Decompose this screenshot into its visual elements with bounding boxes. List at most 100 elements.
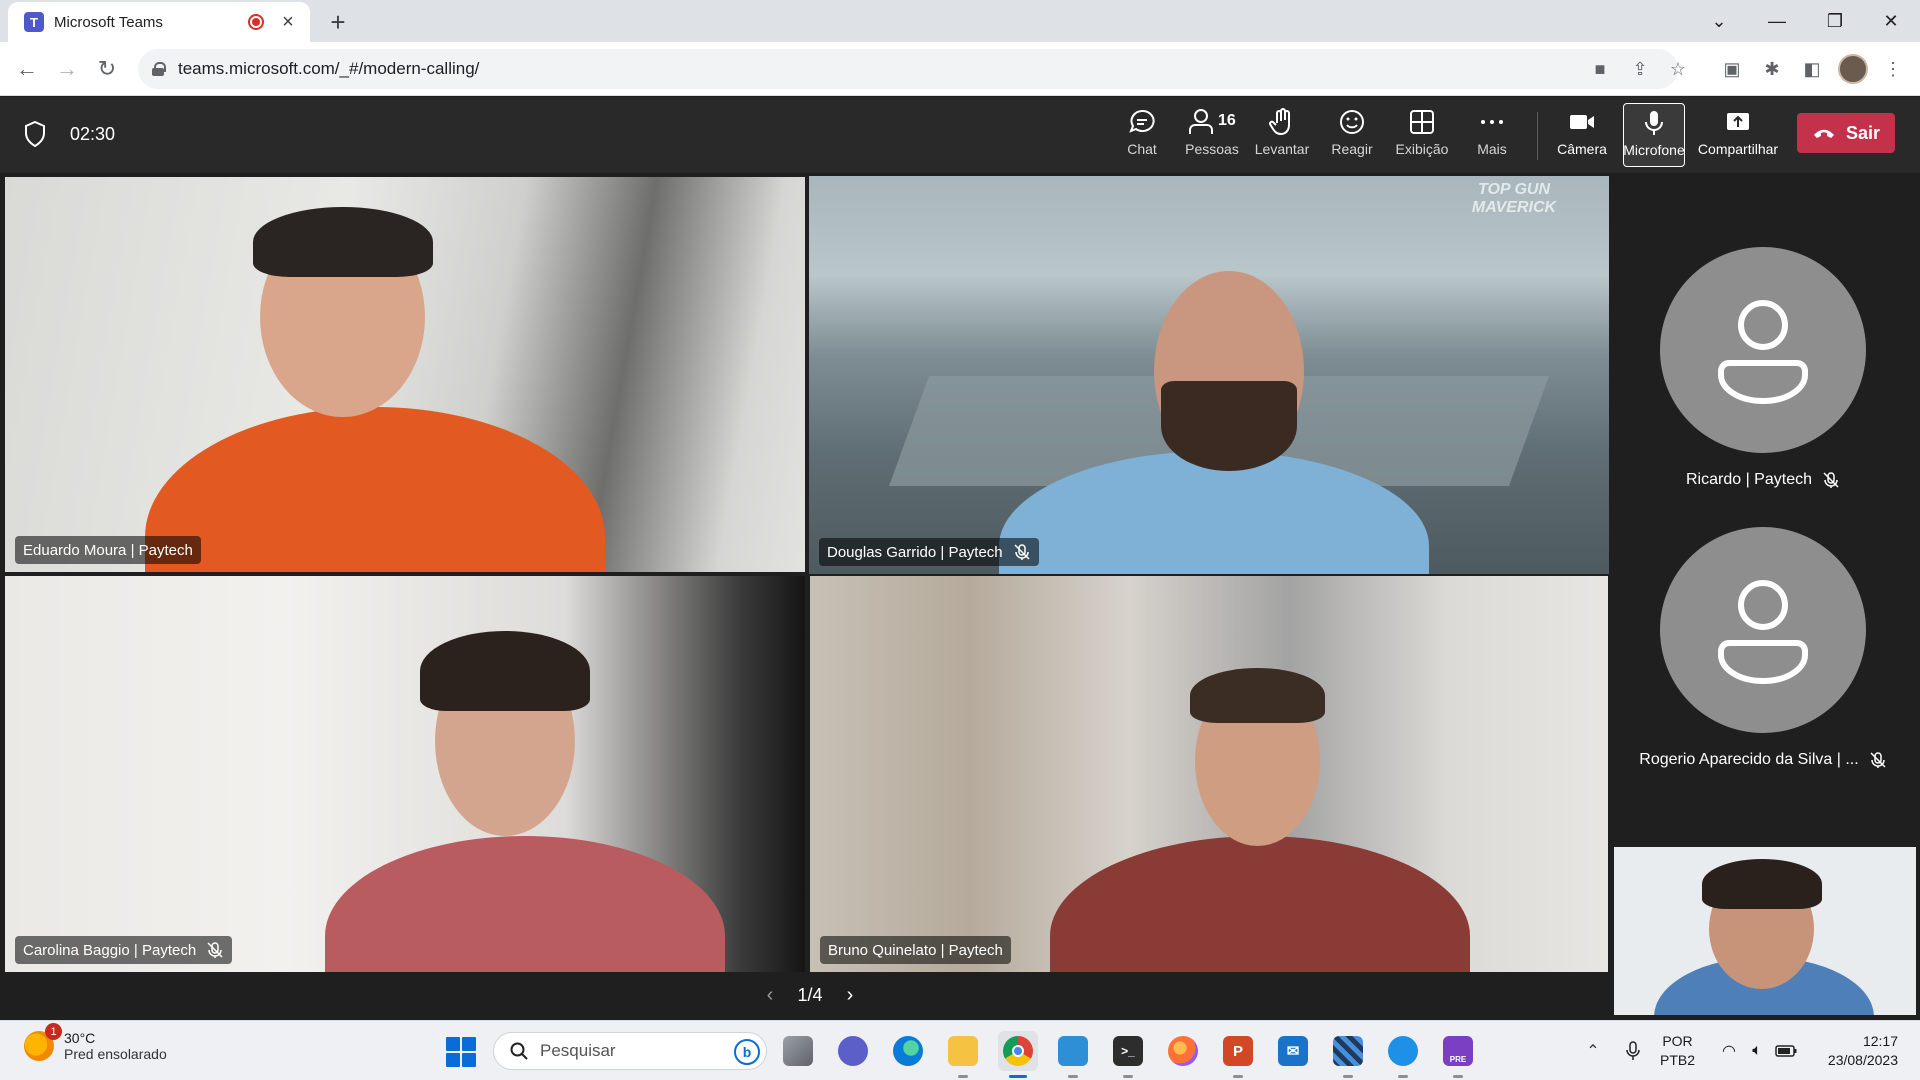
view-button[interactable]: Exibição xyxy=(1387,107,1457,167)
roster-name-row: Rogerio Aparecido da Silva | ... xyxy=(1618,751,1908,769)
avatar xyxy=(1660,527,1866,733)
docker-icon[interactable] xyxy=(1383,1031,1423,1078)
people-count: 16 xyxy=(1218,112,1236,129)
browser-menu-icon[interactable]: ⋮ xyxy=(1878,54,1908,84)
extensions-icon[interactable]: ✱ xyxy=(1757,54,1787,84)
close-tab-icon[interactable]: × xyxy=(278,11,298,34)
roster-participant[interactable]: Ricardo | Paytech xyxy=(1618,247,1908,489)
camera-label: Câmera xyxy=(1557,141,1607,157)
participant-name-tag: Bruno Quinelato | Paytech xyxy=(820,936,1011,964)
weather-description: Pred ensolarado xyxy=(64,1046,167,1062)
chrome-icon[interactable] xyxy=(998,1031,1038,1078)
browser-toolbar: ← → ↻ teams.microsoft.com/_#/modern-call… xyxy=(0,42,1920,96)
wifi-icon[interactable]: ◠ xyxy=(1715,1021,1743,1080)
video-tile[interactable]: Bruno Quinelato | Paytech xyxy=(810,576,1608,972)
firefox-icon[interactable] xyxy=(1163,1031,1203,1071)
visual-studio-preview-icon[interactable]: PRE xyxy=(1438,1031,1478,1078)
mail-icon[interactable]: ✉ xyxy=(1273,1031,1313,1071)
microphone-tray-icon[interactable] xyxy=(1618,1021,1648,1080)
language-code: POR xyxy=(1662,1033,1693,1049)
react-label: Reagir xyxy=(1331,141,1373,157)
microphone-icon xyxy=(1645,111,1663,135)
self-view[interactable] xyxy=(1614,847,1916,1015)
weather-widget[interactable]: 1 30°C Pred ensolarado xyxy=(24,1023,167,1062)
video-tile[interactable]: Eduardo Moura | Paytech xyxy=(5,177,805,572)
new-tab-button[interactable]: + xyxy=(322,6,354,38)
forward-icon[interactable]: → xyxy=(52,54,82,84)
video-camera-icon xyxy=(1570,115,1594,129)
azure-data-studio-icon[interactable] xyxy=(1053,1031,1093,1078)
more-button[interactable]: Mais xyxy=(1457,107,1527,167)
address-bar[interactable]: teams.microsoft.com/_#/modern-calling/ ■… xyxy=(138,49,1686,89)
meeting-timer: 02:30 xyxy=(70,124,116,144)
reload-icon[interactable]: ↻ xyxy=(92,54,122,84)
close-window-button[interactable]: ✕ xyxy=(1862,0,1920,42)
chat-icon xyxy=(1129,109,1155,133)
start-button[interactable] xyxy=(446,1037,476,1067)
share-label: Compartilhar xyxy=(1697,141,1779,157)
powerpoint-icon[interactable]: P xyxy=(1218,1031,1258,1078)
terminal-icon[interactable]: >_ xyxy=(1108,1031,1148,1078)
file-explorer-icon[interactable] xyxy=(943,1031,983,1078)
roster-participant[interactable]: Rogerio Aparecido da Silva | ... xyxy=(1618,527,1908,769)
share-page-icon[interactable]: ⇪ xyxy=(1628,57,1652,81)
previous-page-icon[interactable]: ‹ xyxy=(760,984,780,1007)
participant-name-tag: Douglas Garrido | Paytech xyxy=(819,538,1039,566)
raise-hand-button[interactable]: Levantar xyxy=(1246,107,1318,167)
chat-button[interactable]: Chat xyxy=(1107,107,1177,167)
microphone-button[interactable]: Microfone xyxy=(1623,103,1685,167)
participant-name-tag: Carolina Baggio | Paytech xyxy=(15,936,233,964)
react-button[interactable]: Reagir xyxy=(1317,107,1387,167)
browser-tabstrip: T Microsoft Teams × + ⌄ — ❐ ✕ xyxy=(0,0,1920,42)
participant-name: Rogerio Aparecido da Silva | ... xyxy=(1639,751,1859,768)
bookmark-star-icon[interactable]: ☆ xyxy=(1666,57,1690,81)
camera-button[interactable]: Câmera xyxy=(1547,107,1617,167)
participant-name-tag: Eduardo Moura | Paytech xyxy=(15,536,201,564)
system-clock[interactable]: 12:17 23/08/2023 xyxy=(1812,1032,1898,1070)
clock-time: 12:17 xyxy=(1862,1033,1898,1049)
people-button[interactable]: 16 Pessoas xyxy=(1176,107,1248,167)
windows-taskbar: 1 30°C Pred ensolarado Pesquisar b >_ P … xyxy=(0,1020,1920,1080)
participant-beard xyxy=(1161,381,1297,471)
profile-avatar[interactable] xyxy=(1838,54,1868,84)
lock-icon[interactable] xyxy=(152,62,166,76)
leave-button[interactable]: Sair xyxy=(1797,113,1895,153)
volume-icon[interactable]: 🔈︎ xyxy=(1743,1021,1771,1080)
pixel-app-icon[interactable] xyxy=(1328,1031,1368,1078)
edge-icon[interactable] xyxy=(888,1031,928,1071)
battery-icon[interactable] xyxy=(1771,1021,1801,1080)
video-tile[interactable]: TOP GUN MAVERICK Douglas Garrido | Payte… xyxy=(809,176,1609,574)
restore-button[interactable]: ❐ xyxy=(1806,0,1864,42)
taskbar-search[interactable]: Pesquisar b xyxy=(493,1032,767,1070)
browser-tab[interactable]: T Microsoft Teams × xyxy=(8,2,310,42)
movie-logo: TOP GUN MAVERICK xyxy=(1471,181,1557,216)
notification-badge: 1 xyxy=(45,1023,62,1040)
show-hidden-icons-icon[interactable]: ⌃ xyxy=(1578,1021,1608,1080)
search-icon xyxy=(510,1042,528,1060)
participant-name: Carolina Baggio | Paytech xyxy=(23,941,197,959)
mic-off-icon xyxy=(1014,544,1030,560)
bing-icon[interactable]: b xyxy=(734,1039,760,1065)
next-page-icon[interactable]: › xyxy=(840,984,860,1007)
shield-icon xyxy=(25,121,45,147)
input-language[interactable]: POR PTB2 xyxy=(1660,1032,1695,1070)
url-text: teams.microsoft.com/_#/modern-calling/ xyxy=(178,59,480,78)
minimize-button[interactable]: — xyxy=(1748,0,1806,42)
weather-temperature: 30°C xyxy=(64,1030,96,1046)
avatar xyxy=(1660,247,1866,453)
video-tile[interactable]: Carolina Baggio | Paytech xyxy=(5,576,805,972)
task-view-icon[interactable] xyxy=(778,1031,818,1071)
tab-search-icon[interactable]: ⌄ xyxy=(1690,0,1748,42)
raise-hand-label: Levantar xyxy=(1254,141,1310,157)
teams-chat-icon[interactable] xyxy=(833,1031,873,1071)
mic-off-icon xyxy=(207,942,223,958)
microphone-label: Microfone xyxy=(1623,142,1685,158)
share-button[interactable]: Compartilhar xyxy=(1697,107,1779,167)
camera-in-use-icon[interactable]: ■ xyxy=(1588,57,1612,81)
picture-in-picture-icon[interactable]: ▣ xyxy=(1717,54,1747,84)
participant-name: Bruno Quinelato | Paytech xyxy=(828,941,1003,959)
participant-hair xyxy=(1190,668,1325,723)
tab-title: Microsoft Teams xyxy=(54,13,163,31)
side-panel-icon[interactable]: ◧ xyxy=(1797,54,1827,84)
back-icon[interactable]: ← xyxy=(12,54,42,84)
